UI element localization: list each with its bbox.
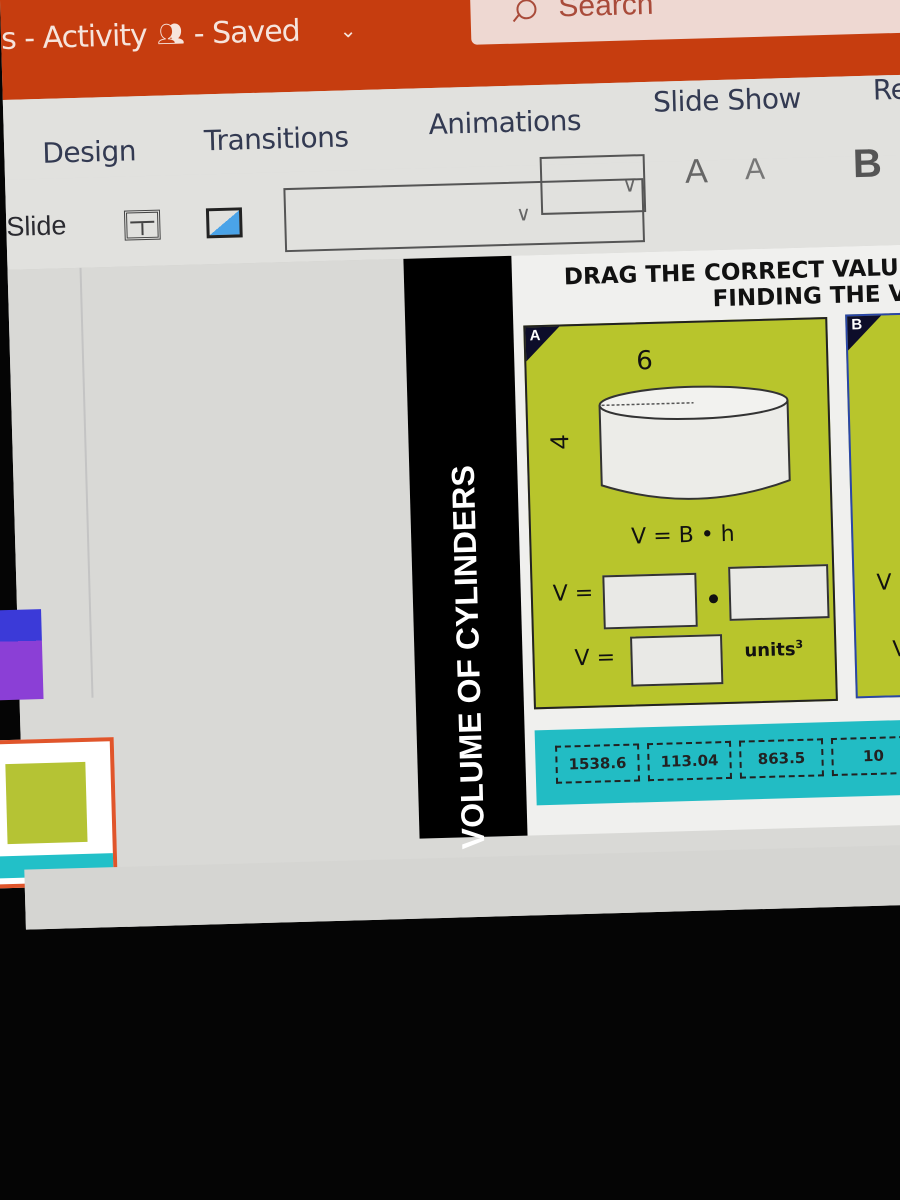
side-banner-text: VOLUME OF CYLINDERS bbox=[444, 464, 492, 850]
new-slide-button[interactable]: Slide bbox=[6, 210, 67, 243]
units-text: units bbox=[744, 639, 796, 662]
height-dropzone[interactable] bbox=[728, 564, 830, 621]
answer-tile[interactable]: 1538.6 bbox=[555, 743, 641, 784]
answer-bank: 1538.6 113.04 863.5 10 bbox=[534, 715, 900, 806]
thumbnail-pane-divider[interactable] bbox=[79, 267, 94, 698]
side-banner: VOLUME OF CYLINDERS bbox=[403, 255, 528, 850]
slide-thumbnail[interactable] bbox=[0, 609, 44, 701]
volume-dropzone[interactable] bbox=[630, 634, 724, 687]
problem-card-a: A 6 4 V = B • h V = V = units3 bbox=[523, 317, 838, 710]
font-size-dropdown[interactable]: ∨ bbox=[539, 154, 647, 215]
document-name: s - Activity bbox=[0, 17, 148, 57]
volume-row2-label: V = bbox=[574, 645, 616, 672]
volume-formula: V = B • h bbox=[630, 521, 736, 550]
multiply-dot bbox=[708, 594, 719, 604]
bold-button[interactable]: B bbox=[852, 141, 882, 187]
cylinder-image bbox=[598, 385, 791, 500]
instruction-line-2: FINDING THE V bbox=[712, 280, 900, 313]
search-placeholder: Search bbox=[557, 0, 654, 24]
answer-tile[interactable]: 863.5 bbox=[738, 738, 824, 779]
tab-design[interactable]: Design bbox=[42, 134, 137, 170]
volume-row1-label: V = bbox=[876, 570, 900, 596]
answer-tile[interactable]: 113.04 bbox=[647, 740, 733, 782]
problem-card-b: B V = V bbox=[845, 308, 900, 699]
base-area-dropzone[interactable] bbox=[602, 572, 698, 630]
layout-icon[interactable] bbox=[123, 209, 161, 241]
shape-fill-icon[interactable] bbox=[205, 207, 243, 239]
tab-review[interactable]: Re bbox=[872, 73, 900, 107]
volume-row1-label: V = bbox=[552, 580, 594, 607]
units-label: units3 bbox=[744, 638, 803, 662]
answer-tile[interactable]: 10 bbox=[830, 735, 900, 777]
card-letter: A bbox=[529, 327, 541, 345]
save-status: - Saved bbox=[193, 13, 301, 52]
powerpoint-window: s - Activity 👥︎ - Saved ⌄ Search Design … bbox=[0, 0, 900, 930]
slide-thumbnail-selected[interactable] bbox=[0, 737, 118, 889]
shrink-font-button[interactable]: A bbox=[745, 153, 766, 188]
workspace: 51 VOLUME OF CYLINDERS DRAG THE CORRECT … bbox=[0, 242, 900, 911]
diameter-label: 6 bbox=[635, 345, 654, 377]
tab-slide-show[interactable]: Slide Show bbox=[653, 82, 802, 119]
chevron-down-icon: ∨ bbox=[622, 174, 638, 197]
search-box[interactable]: Search bbox=[468, 0, 900, 45]
card-letter: B bbox=[851, 316, 863, 334]
volume-row2-label: V bbox=[892, 636, 900, 663]
units-exponent: 3 bbox=[795, 637, 804, 652]
grow-font-button[interactable]: A bbox=[685, 152, 709, 192]
slide-canvas[interactable]: VOLUME OF CYLINDERS DRAG THE CORRECT VAL… bbox=[403, 242, 900, 850]
height-label: 4 bbox=[544, 434, 575, 450]
tab-transitions[interactable]: Transitions bbox=[204, 120, 349, 157]
search-icon bbox=[510, 0, 537, 26]
thumbnail-card bbox=[5, 761, 88, 845]
coauthor-icon: 👥︎ bbox=[156, 21, 185, 48]
chevron-down-icon: ∨ bbox=[515, 203, 532, 226]
chevron-down-icon[interactable]: ⌄ bbox=[339, 18, 355, 42]
tab-animations[interactable]: Animations bbox=[428, 104, 581, 141]
document-title[interactable]: s - Activity 👥︎ - Saved ⌄ bbox=[1, 12, 356, 57]
